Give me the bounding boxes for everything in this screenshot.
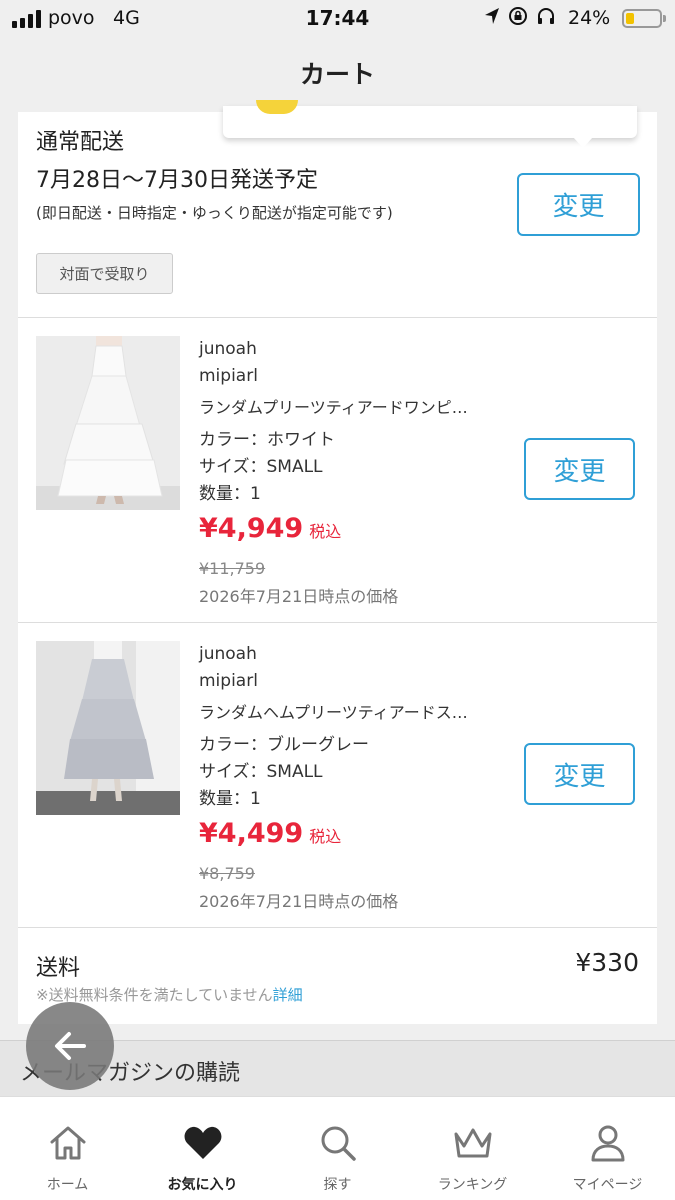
shipping-type: 通常配送: [36, 130, 125, 155]
product-image[interactable]: [36, 641, 180, 815]
tab-bar: ホーム お気に入り 探す ランキング マイページ: [0, 1096, 675, 1200]
price-value: ¥4,499: [199, 818, 304, 849]
item-change-button[interactable]: 変更: [524, 743, 635, 805]
product-size: サイズ：SMALL: [199, 457, 323, 477]
cart-item: junoah mipiarl ランダムプリーツティアードワンピ… カラー：ホワイ…: [18, 318, 657, 623]
product-color: カラー：ホワイト: [199, 430, 335, 450]
shipping-fee-value: ¥330: [575, 948, 639, 977]
tab-mypage[interactable]: マイページ: [540, 1097, 675, 1200]
tab-label: マイページ: [572, 1177, 643, 1193]
brand-name: mipiarl: [199, 671, 258, 691]
shipping-fee-label: 送料: [36, 956, 81, 981]
brand-name: mipiarl: [199, 366, 258, 386]
tab-label: ランキング: [437, 1177, 508, 1193]
cart-card: 通常配送 7月28日〜7月30日発送予定 (即日配送・日時指定・ゆっくり配送が指…: [18, 100, 657, 1024]
nav-bar: カート: [0, 38, 675, 112]
tax-label: 税込: [309, 827, 342, 846]
shipping-change-button[interactable]: 変更: [517, 173, 640, 236]
product-color: カラー：ブルーグレー: [199, 735, 369, 755]
price-value: ¥4,949: [199, 513, 304, 544]
cart-content: 通常配送 7月28日〜7月30日発送予定 (即日配送・日時指定・ゆっくり配送が指…: [18, 100, 657, 1024]
battery-percent: 24%: [568, 7, 611, 29]
shipping-date: 7月28日〜7月30日発送予定: [36, 168, 318, 193]
cart-item: junoah mipiarl ランダムヘムプリーツティアードス… カラー：ブルー…: [18, 623, 657, 928]
location-arrow-icon: [485, 8, 499, 24]
crown-icon: [454, 1128, 491, 1158]
price-date: 2026年7月21日時点の価格: [199, 892, 399, 911]
heart-icon: [184, 1126, 221, 1159]
product-price: ¥4,499 税込: [199, 818, 341, 849]
product-quantity: 数量：1: [199, 484, 261, 504]
product-name[interactable]: ランダムプリーツティアードワンピ…: [199, 394, 468, 418]
shipping-section: 通常配送 7月28日〜7月30日発送予定 (即日配送・日時指定・ゆっくり配送が指…: [18, 100, 657, 318]
tooltip-emoji-icon: [256, 100, 298, 114]
status-bar: povo 4G 17:44 24%: [0, 0, 675, 38]
shop-name: junoah: [199, 644, 257, 664]
arrow-left-icon: [55, 1032, 86, 1060]
item-change-button[interactable]: 変更: [524, 438, 635, 500]
tab-search[interactable]: 探す: [270, 1097, 405, 1200]
face-to-face-chip[interactable]: 対面で受取り: [36, 253, 173, 294]
shipping-fee-section: 送料 ¥330 ※送料無料条件を満たしていません詳細: [18, 928, 657, 1024]
home-icon: [50, 1126, 85, 1160]
tab-label: ホーム: [46, 1177, 89, 1193]
battery-icon: [622, 9, 666, 28]
product-image[interactable]: [36, 336, 180, 510]
search-icon: [321, 1126, 356, 1161]
tax-label: 税込: [309, 522, 342, 541]
rotation-lock-icon: [509, 7, 527, 25]
tab-label: 探す: [323, 1177, 352, 1193]
headphones-icon: [538, 8, 554, 24]
fee-detail-link[interactable]: 詳細: [273, 986, 303, 1004]
back-button[interactable]: [26, 1002, 114, 1090]
product-quantity: 数量：1: [199, 789, 261, 809]
product-price: ¥4,949 税込: [199, 513, 341, 544]
tooltip-popover: [223, 100, 637, 148]
tab-home[interactable]: ホーム: [0, 1097, 135, 1200]
shipping-note: (即日配送・日時指定・ゆっくり配送が指定可能です): [36, 204, 393, 222]
original-price: ¥8,759: [199, 864, 255, 883]
page-title: カート: [299, 60, 375, 89]
tab-favorites[interactable]: お気に入り: [135, 1097, 270, 1200]
product-size: サイズ：SMALL: [199, 762, 323, 782]
price-date: 2026年7月21日時点の価格: [199, 587, 399, 606]
original-price: ¥11,759: [199, 559, 266, 578]
tab-label: お気に入り: [167, 1177, 238, 1193]
product-name[interactable]: ランダムヘムプリーツティアードス…: [199, 699, 468, 723]
shop-name: junoah: [199, 339, 257, 359]
user-icon: [591, 1125, 624, 1162]
tab-ranking[interactable]: ランキング: [405, 1097, 540, 1200]
